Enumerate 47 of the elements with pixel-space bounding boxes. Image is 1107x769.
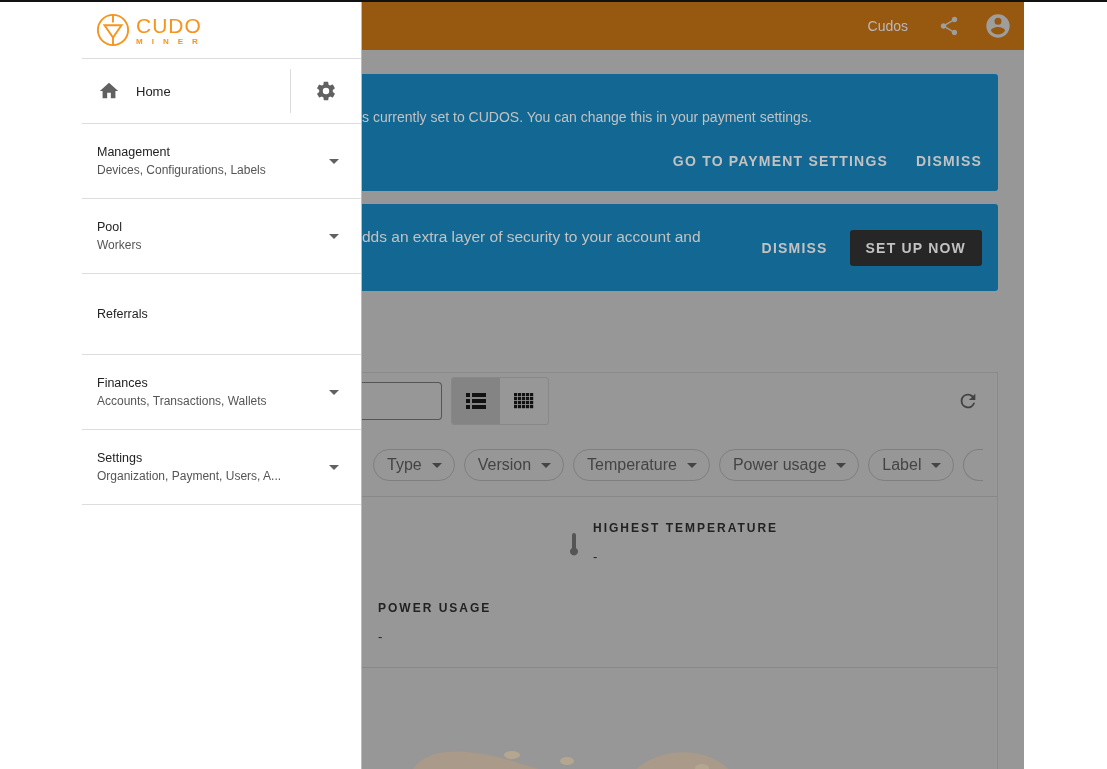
logo-wordmark: CUDO bbox=[136, 14, 203, 36]
stat-value: - bbox=[593, 549, 599, 564]
nav-item[interactable]: Management Devices, Configurations, Labels bbox=[82, 124, 361, 199]
nav-item[interactable]: Settings Organization, Payment, Users, A... bbox=[82, 430, 361, 505]
grid-icon bbox=[514, 393, 534, 409]
stat-label: HIGHEST TEMPERATURE bbox=[593, 521, 779, 535]
diamond-logo-icon bbox=[96, 13, 130, 47]
settings-icon[interactable] bbox=[315, 80, 337, 102]
caret-icon bbox=[931, 462, 942, 468]
stat-label: POWER USAGE bbox=[378, 601, 492, 615]
logo[interactable]: CUDO MINER bbox=[82, 2, 361, 59]
caret-icon bbox=[329, 158, 339, 164]
nav-item[interactable]: Referrals bbox=[82, 274, 361, 355]
caret-icon bbox=[431, 462, 442, 468]
nav-title: Finances bbox=[97, 376, 149, 390]
thermometer-icon bbox=[569, 533, 579, 557]
nav-item[interactable]: Pool Workers bbox=[82, 199, 361, 274]
home-nav-item[interactable]: Home bbox=[82, 80, 290, 102]
share-icon[interactable] bbox=[938, 15, 960, 37]
caret-icon bbox=[329, 233, 339, 239]
nav-item[interactable]: Finances Accounts, Transactions, Wallets bbox=[82, 355, 361, 430]
search-field[interactable] bbox=[362, 382, 442, 420]
nav-subtitle: Accounts, Transactions, Wallets bbox=[97, 394, 268, 408]
banner-action-button[interactable]: GO TO PAYMENT SETTINGS bbox=[664, 145, 897, 177]
caret-icon bbox=[541, 462, 552, 468]
caret-icon bbox=[836, 462, 847, 468]
caret-icon bbox=[329, 464, 339, 470]
list-view-button[interactable] bbox=[452, 378, 500, 424]
stat-value: - bbox=[378, 629, 384, 644]
nav-subtitle: Organization, Payment, Users, A... bbox=[97, 469, 283, 483]
nav-title: Settings bbox=[97, 451, 144, 465]
list-icon bbox=[466, 393, 486, 409]
account-icon[interactable] bbox=[984, 12, 1012, 40]
banner-action-button[interactable]: DISMISS bbox=[908, 145, 990, 177]
logo-subtitle: MINER bbox=[136, 37, 207, 46]
nav-subtitle: Workers bbox=[97, 238, 143, 252]
caret-icon bbox=[686, 462, 697, 468]
banner-message: s currently set to CUDOS. You can change this in your payment settings. bbox=[362, 109, 813, 125]
nav-title: Referrals bbox=[97, 307, 149, 321]
caret-icon bbox=[329, 389, 339, 395]
banner-action-button[interactable]: DISMISS bbox=[753, 232, 836, 264]
banner-action-button[interactable]: SET UP NOW bbox=[849, 230, 982, 266]
nav-subtitle: Devices, Configurations, Labels bbox=[97, 163, 267, 177]
organization-name[interactable]: Cudos bbox=[867, 18, 908, 34]
banner-message: dds an extra layer of security to your account and bbox=[362, 227, 702, 246]
nav-title: Management bbox=[97, 145, 171, 159]
nav-title: Pool bbox=[97, 220, 124, 234]
